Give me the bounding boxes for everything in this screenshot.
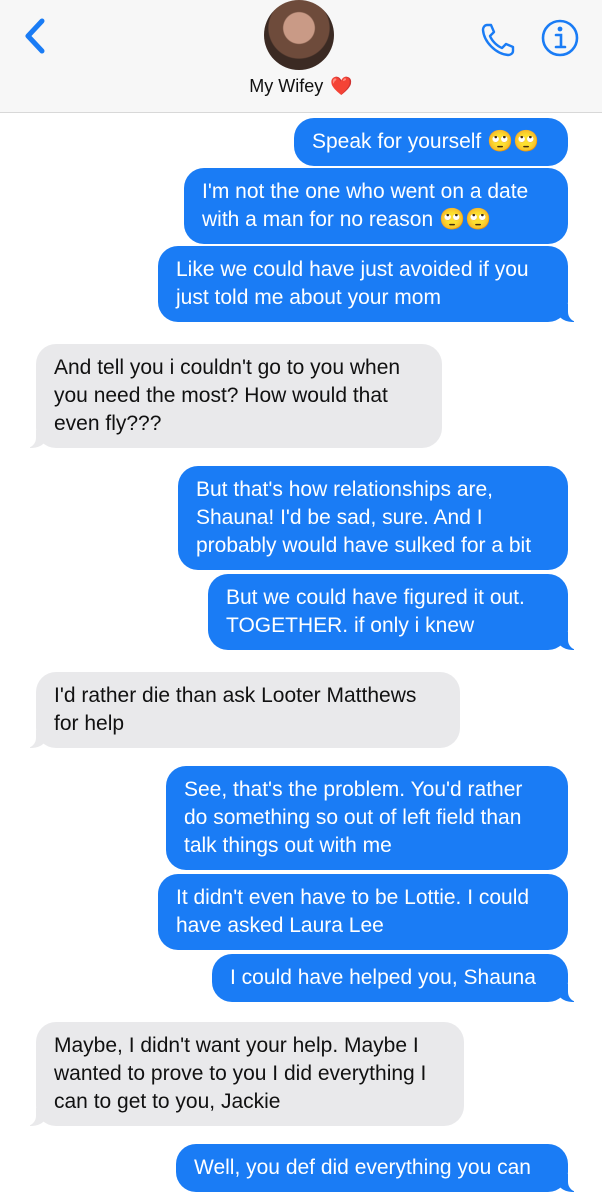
conversation-header: My Wifey ❤️ [0,0,602,113]
avatar[interactable] [264,0,334,70]
message-bubble-incoming[interactable]: And tell you i couldn't go to you when y… [22,344,442,448]
phone-icon[interactable] [478,20,518,60]
message-bubble-outgoing[interactable]: Like we could have just avoided if you j… [158,246,582,322]
contact-name-label: My Wifey [249,76,324,96]
heart-emoji: ❤️ [330,76,353,96]
message-text: I could have helped you, Shauna [230,966,536,989]
message-text: Like we could have just avoided if you j… [176,258,529,309]
message-text: I'd rather die than ask Looter Matthews … [54,684,417,735]
message-bubble-outgoing[interactable]: See, that's the problem. You'd rather do… [166,766,568,870]
message-bubble-incoming[interactable]: Maybe, I didn't want your help. Maybe I … [22,1022,464,1126]
message-bubble-outgoing[interactable]: I could have helped you, Shauna [212,954,582,1002]
message-text: But we could have figured it out. TOGETH… [226,586,525,637]
message-bubble-outgoing[interactable]: But we could have figured it out. TOGETH… [208,574,582,650]
message-text: And tell you i couldn't go to you when y… [54,356,401,435]
chevron-left-icon[interactable] [20,18,50,54]
message-bubble-outgoing[interactable]: Well, you def did everything you can [176,1144,582,1192]
message-text: Speak for yourself 🙄🙄 [312,130,540,153]
message-bubble-incoming[interactable]: I'd rather die than ask Looter Matthews … [22,672,460,748]
message-bubble-outgoing[interactable]: It didn't even have to be Lottie. I coul… [158,874,568,950]
contact-name[interactable]: My Wifey ❤️ [0,76,602,97]
message-text: It didn't even have to be Lottie. I coul… [176,886,530,937]
message-bubble-outgoing[interactable]: I'm not the one who went on a date with … [184,168,568,244]
message-bubble-outgoing[interactable]: But that's how relationships are, Shauna… [178,466,568,570]
message-text: I'm not the one who went on a date with … [202,180,529,231]
message-text: See, that's the problem. You'd rather do… [184,778,523,857]
message-text: But that's how relationships are, Shauna… [196,478,532,557]
message-bubble-outgoing[interactable]: Speak for yourself 🙄🙄 [294,118,568,166]
message-thread[interactable]: Speak for yourself 🙄🙄 I'm not the one wh… [0,112,602,1200]
message-text: Well, you def did everything you can [194,1156,531,1179]
info-icon[interactable] [540,18,580,58]
message-text: Maybe, I didn't want your help. Maybe I … [54,1034,427,1113]
